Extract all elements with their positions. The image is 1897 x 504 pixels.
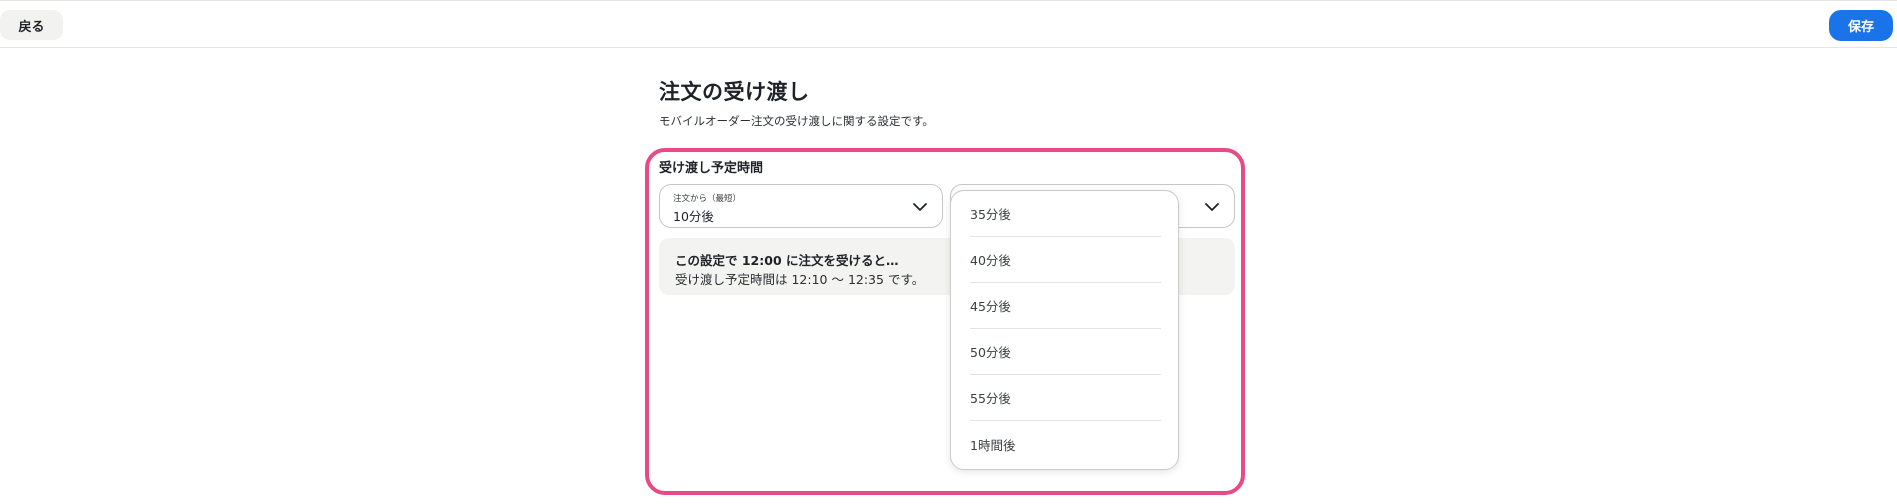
dropdown-option[interactable]: 40分後 [970,237,1161,283]
preview-info-body: 受け渡し予定時間は 12:10 〜 12:35 です。 [675,272,925,287]
dropdown-option[interactable]: 50分後 [970,329,1161,375]
dropdown-option[interactable]: 45分後 [970,283,1161,329]
dropdown-option[interactable]: 35分後 [970,191,1161,237]
min-time-caption: 注文から（最短） [673,194,742,204]
save-button[interactable]: 保存 [1829,10,1893,41]
chevron-down-icon [913,203,927,211]
dropdown-option[interactable]: 1時間後 [970,421,1161,467]
min-time-select[interactable]: 注文から（最短） 10分後 [659,184,943,228]
chevron-down-icon [1205,203,1219,211]
preview-info-title: この設定で 12:00 に注文を受けると… [675,253,899,268]
max-time-dropdown: 35分後 40分後 45分後 50分後 55分後 1時間後 [950,190,1179,470]
page-title: 注文の受け渡し [659,80,810,104]
top-bar: 戻る 保存 [0,0,1897,48]
back-button[interactable]: 戻る [0,10,63,40]
min-time-value: 10分後 [673,209,714,224]
section-label: 受け渡し予定時間 [659,161,764,176]
page-description: モバイルオーダー注文の受け渡しに関する設定です。 [659,114,934,128]
dropdown-option[interactable]: 55分後 [970,375,1161,421]
